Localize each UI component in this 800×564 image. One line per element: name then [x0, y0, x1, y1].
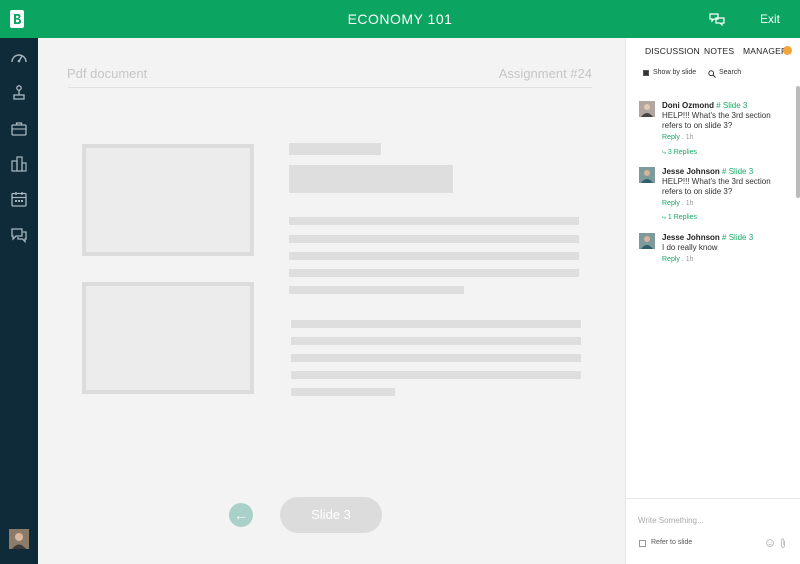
placeholder-text-line [289, 143, 381, 155]
reply-link[interactable]: Reply [662, 256, 680, 263]
comment-author: Doni Ozmond [662, 101, 714, 110]
placeholder-image [82, 282, 254, 394]
search-icon[interactable] [708, 70, 716, 78]
reply-link[interactable]: Reply [662, 200, 680, 207]
commenter-avatar [639, 233, 655, 249]
tab-manager[interactable]: MANAGER [743, 38, 787, 64]
placeholder-text-line [289, 217, 579, 225]
comment-text: HELP!!! What's the 3rd section refers to… [662, 177, 771, 196]
comment-input[interactable] [638, 512, 788, 528]
current-slide-button[interactable]: Slide 3 [280, 497, 382, 533]
discussion-panel: DISCUSSION NOTES MANAGER Show by slide S… [625, 38, 800, 564]
dashboard-gauge-icon[interactable] [10, 49, 28, 67]
logo-icon[interactable] [10, 10, 24, 28]
comment-time: 1h [685, 134, 694, 141]
comment-time: 1h [685, 256, 694, 263]
chat-toggle-icon[interactable] [709, 12, 725, 26]
refer-to-slide-label: Refer to slide [651, 539, 693, 546]
tab-discussion[interactable]: DISCUSSION [645, 38, 700, 64]
replies-toggle[interactable]: ⤷ 1 Replies [662, 214, 697, 222]
show-by-slide-label: Show by slide [653, 69, 697, 76]
arrow-left-icon: ← [234, 507, 248, 523]
comment-text: I do really know [662, 243, 718, 252]
commenter-avatar [639, 167, 655, 183]
buildings-icon[interactable] [10, 155, 28, 173]
replies-count: 1 Replies [667, 214, 698, 221]
comment-time: 1h [685, 200, 694, 207]
panel-tabs: DISCUSSION NOTES MANAGER [626, 38, 800, 64]
previous-slide-button[interactable]: ← [229, 503, 253, 527]
user-avatar[interactable] [9, 529, 29, 549]
document-title: Pdf document [67, 66, 148, 81]
emoji-icon[interactable] [766, 539, 774, 547]
reply-arrow-icon: ⤷ [662, 149, 666, 156]
placeholder-text-line [291, 388, 395, 396]
briefcase-icon[interactable] [10, 120, 28, 138]
comment-author: Jesse Johnson [662, 167, 720, 176]
reply-link[interactable]: Reply [662, 134, 680, 141]
placeholder-text-line [289, 252, 579, 260]
search-label[interactable]: Search [719, 69, 741, 76]
chat-bubbles-icon[interactable] [10, 226, 28, 244]
user-avatar-image [9, 529, 29, 549]
comment-filters: Show by slide Search [626, 64, 800, 84]
show-by-slide-checkbox[interactable] [643, 70, 649, 76]
tools-icon[interactable] [10, 84, 28, 102]
document-viewer: Pdf document Assignment #24 ← Slide 3 [38, 38, 625, 564]
comment-slide-tag[interactable]: # Slide 3 [722, 167, 753, 176]
comment-author: Jesse Johnson [662, 233, 720, 242]
reply-arrow-icon: ⤷ [662, 214, 666, 221]
placeholder-heading [289, 165, 453, 193]
replies-toggle[interactable]: ⤷ 3 Replies [662, 149, 697, 157]
placeholder-text-line [291, 371, 581, 379]
top-bar: ECONOMY 101 Exit [0, 0, 800, 38]
commenter-avatar [639, 101, 655, 117]
notification-badge [783, 46, 792, 55]
replies-count: 3 Replies [667, 149, 698, 156]
exit-button[interactable]: Exit [752, 0, 788, 38]
left-sidebar [0, 38, 38, 564]
tab-notes[interactable]: NOTES [704, 38, 734, 64]
placeholder-text-line [291, 337, 581, 345]
placeholder-text-line [289, 269, 579, 277]
placeholder-text-line [289, 235, 579, 243]
comment-text: HELP!!! What's the 3rd section refers to… [662, 111, 771, 130]
comments-scrollbar[interactable] [796, 86, 800, 198]
attachment-icon[interactable] [780, 538, 786, 548]
comment-slide-tag[interactable]: # Slide 3 [722, 233, 753, 242]
placeholder-text-line [289, 286, 464, 294]
calendar-icon[interactable] [10, 190, 28, 208]
comment-composer: Refer to slide [626, 498, 800, 564]
refer-to-slide-checkbox[interactable] [639, 540, 646, 547]
course-title: ECONOMY 101 [347, 11, 453, 27]
placeholder-text-line [291, 320, 581, 328]
placeholder-text-line [291, 354, 581, 362]
assignment-label: Assignment #24 [498, 66, 592, 81]
comment-slide-tag[interactable]: # Slide 3 [716, 101, 747, 110]
placeholder-image [82, 144, 254, 256]
header-divider [68, 87, 592, 88]
